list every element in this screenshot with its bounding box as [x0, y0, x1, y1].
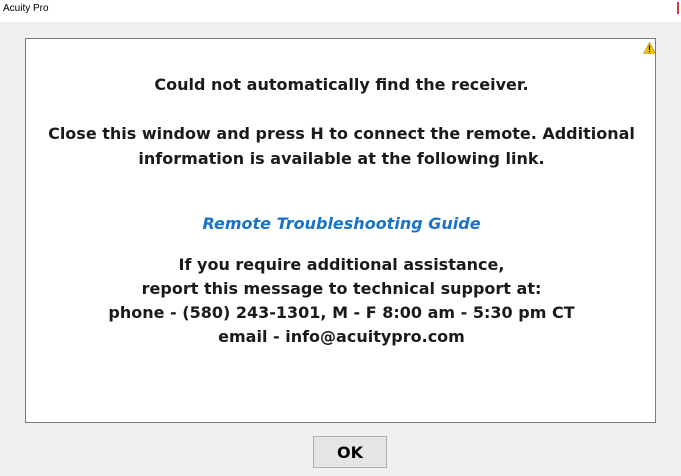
- title-bar: Acuity Pro: [0, 0, 681, 22]
- instruction-line-2: information is available at the followin…: [138, 149, 545, 168]
- support-line-1: If you require additional assistance,: [178, 255, 505, 274]
- support-line-2: report this message to technical support…: [141, 279, 542, 298]
- troubleshooting-guide-link[interactable]: Remote Troubleshooting Guide: [26, 212, 657, 236]
- instruction-line-1: Close this window and press H to connect…: [48, 124, 635, 143]
- ok-button[interactable]: OK: [313, 436, 387, 468]
- error-heading: Could not automatically find the receive…: [154, 75, 529, 94]
- warning-icon: [643, 42, 656, 54]
- window-title: Acuity Pro: [3, 3, 49, 14]
- support-email-line: email - info@acuitypro.com: [218, 327, 465, 346]
- message-panel: Could not automatically find the receive…: [25, 38, 656, 423]
- support-phone-line: phone - (580) 243-1301, M - F 8:00 am - …: [108, 303, 575, 322]
- title-accent-mark: [677, 2, 679, 14]
